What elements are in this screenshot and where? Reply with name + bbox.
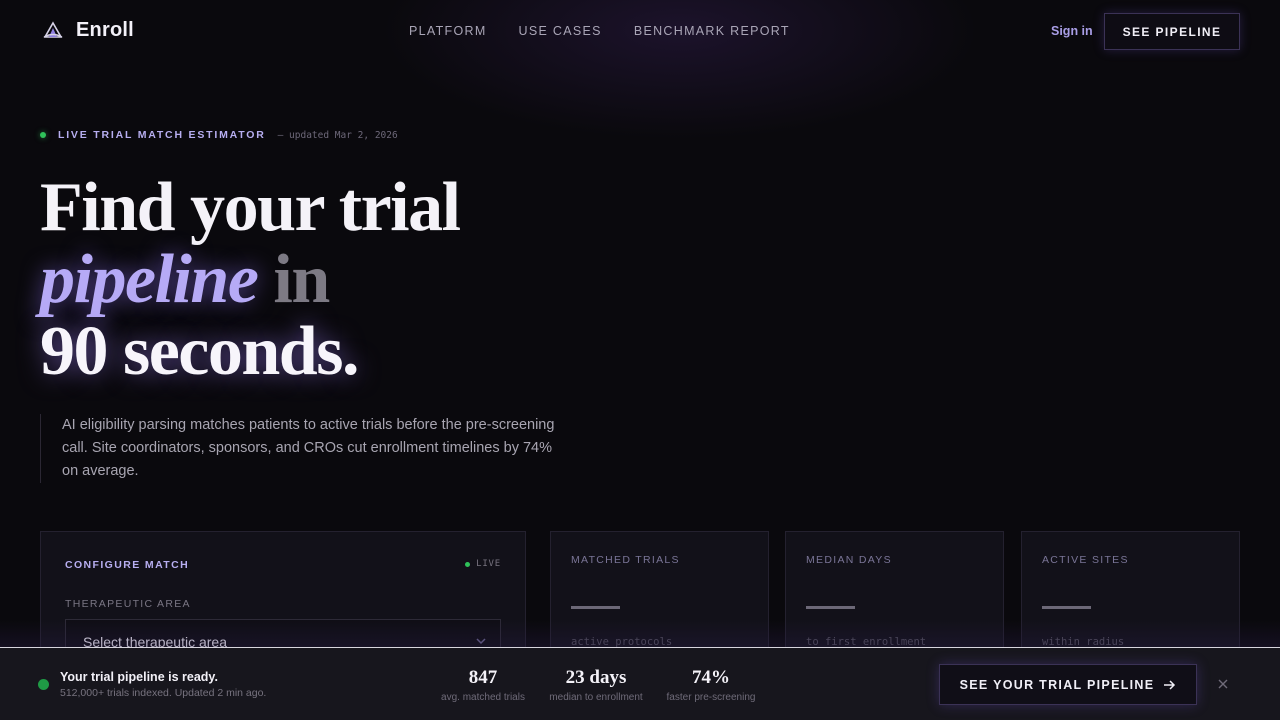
metric-value: 23 days [565, 667, 627, 688]
headline-line-3: 90 seconds. [40, 313, 359, 390]
stat-placeholder-dash [806, 606, 855, 609]
ready-status-icon [38, 679, 49, 690]
metric-median-enrollment: 23 days median to enrollment [547, 667, 645, 703]
pipeline-ready-title: Your trial pipeline is ready. [60, 670, 218, 684]
config-live-label: LIVE [476, 559, 501, 569]
stat-label: MEDIAN DAYS [806, 554, 892, 566]
metric-label: faster pre-screening [666, 692, 756, 703]
metric-label: avg. matched trials [441, 692, 525, 703]
headline-mid: in [257, 241, 330, 318]
live-dot-icon [465, 561, 471, 567]
hero-headline: Find your trial pipeline in 90 seconds. [40, 169, 461, 390]
brand-name: Enroll [76, 19, 134, 41]
headline-line-2: pipeline in [40, 244, 460, 316]
see-pipeline-button[interactable]: SEE PIPELINE [1104, 13, 1240, 50]
metric-value: 847 [468, 667, 498, 688]
close-icon[interactable] [1216, 677, 1230, 691]
nav-link-benchmark-report[interactable]: BENCHMARK REPORT [634, 24, 790, 38]
metric-matched-trials: 847 avg. matched trials [440, 667, 526, 703]
pipeline-ready-subtitle: 512,000+ trials indexed. Updated 2 min a… [60, 687, 267, 699]
cta-label: SEE YOUR TRIAL PIPELINE [959, 677, 1155, 692]
config-title: CONFIGURE MATCH [65, 559, 190, 571]
headline-emphasis: pipeline [40, 241, 259, 318]
metric-value: 74% [692, 667, 730, 688]
stat-label: ACTIVE SITES [1042, 554, 1129, 566]
enroll-logo-icon [43, 20, 63, 38]
stat-placeholder-dash [1042, 606, 1091, 609]
chevron-down-icon [476, 638, 486, 645]
nav-link-use-cases[interactable]: USE CASES [519, 24, 602, 38]
nav-links: PLATFORM USE CASES BENCHMARK REPORT [409, 24, 790, 38]
sticky-pipeline-bar: Your trial pipeline is ready. 512,000+ t… [0, 647, 1280, 720]
brand-logo-link[interactable]: Enroll [42, 19, 134, 42]
live-indicator-icon [40, 132, 46, 138]
see-your-trial-pipeline-button[interactable]: SEE YOUR TRIAL PIPELINE [939, 664, 1197, 705]
eyebrow-label: LIVE TRIAL MATCH ESTIMATOR [58, 129, 266, 141]
eyebrow-updated: — updated Mar 2, 2026 [277, 129, 398, 141]
hero-eyebrow: LIVE TRIAL MATCH ESTIMATOR — updated Mar… [40, 129, 398, 141]
headline-line-1: Find your trial [40, 169, 461, 246]
config-live-badge: LIVE [465, 559, 501, 569]
hero-subcopy: AI eligibility parsing matches patients … [40, 414, 560, 483]
top-nav: Enroll PLATFORM USE CASES BENCHMARK REPO… [0, 0, 1280, 64]
nav-link-platform[interactable]: PLATFORM [409, 24, 487, 38]
metric-faster-prescreening: 74% faster pre-screening [665, 667, 757, 703]
stat-label: MATCHED TRIALS [571, 554, 680, 566]
therapeutic-area-label: THERAPEUTIC AREA [65, 598, 191, 610]
sign-in-link[interactable]: Sign in [1051, 24, 1093, 38]
metric-label: median to enrollment [549, 692, 643, 703]
arrow-right-icon [1164, 679, 1176, 690]
stat-placeholder-dash [571, 606, 620, 609]
